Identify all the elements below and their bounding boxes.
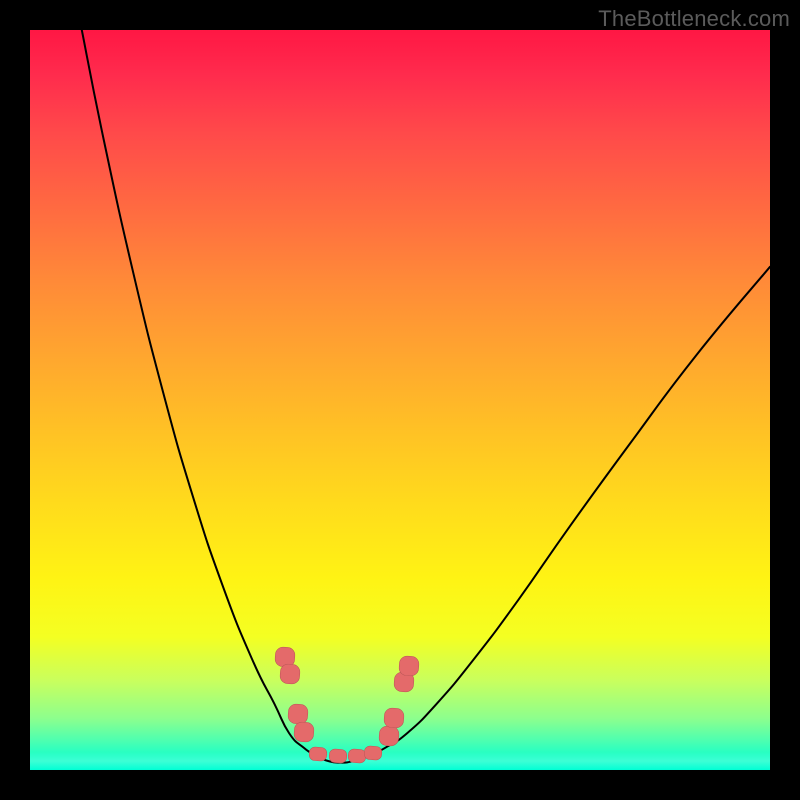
data-marker (364, 745, 383, 760)
data-marker (398, 655, 419, 676)
chart-frame (30, 30, 770, 770)
data-marker (279, 663, 300, 684)
data-marker (308, 746, 327, 761)
attribution-text: TheBottleneck.com (598, 6, 790, 32)
data-marker (328, 748, 347, 763)
right-curve (370, 267, 770, 755)
data-marker (383, 708, 404, 729)
data-marker (293, 722, 314, 743)
data-marker (378, 725, 399, 746)
